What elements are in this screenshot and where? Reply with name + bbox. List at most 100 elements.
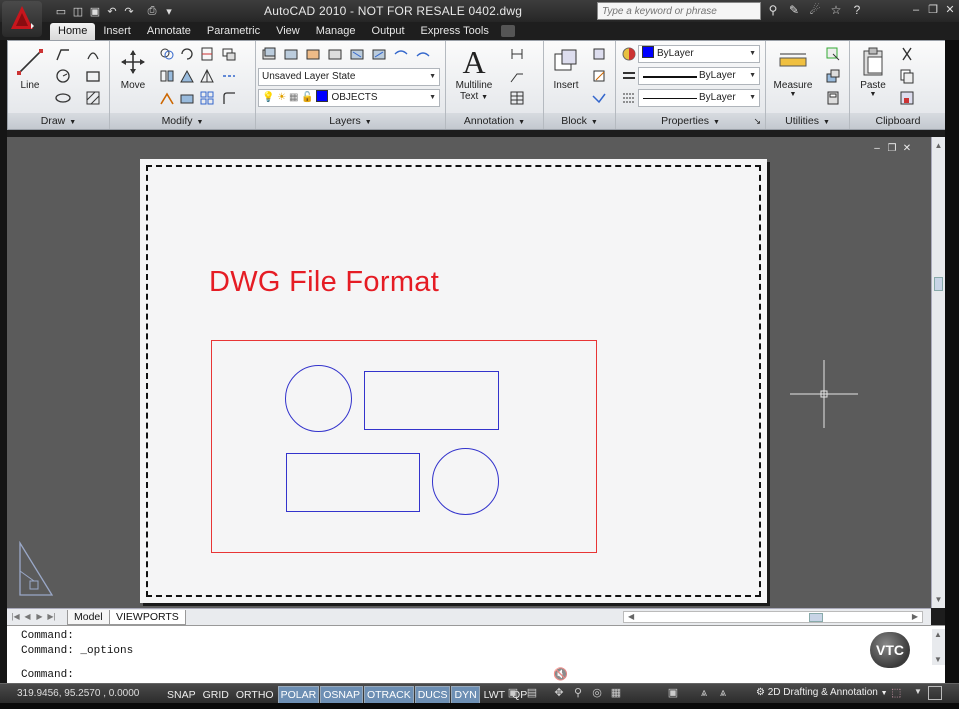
measure-button[interactable]: Measure ▼ — [768, 44, 818, 98]
video-rewind-icon[interactable]: ◀◀ — [425, 667, 443, 681]
panel-clipboard-title[interactable]: Clipboard — [850, 113, 946, 129]
annotation-scale-icon[interactable]: ⩓ — [696, 686, 712, 701]
application-menu-button[interactable] — [2, 1, 42, 37]
last-layout-icon[interactable]: ▶| — [46, 611, 57, 623]
drawing-minimize-icon[interactable]: – — [871, 143, 883, 155]
open-folder-icon[interactable]: ◫ — [71, 4, 85, 18]
circle-shape-bottom[interactable] — [432, 448, 499, 515]
create-block-icon[interactable] — [590, 45, 608, 63]
horizontal-scroll-thumb[interactable] — [809, 613, 823, 622]
toggle-lwt[interactable]: LWT — [481, 686, 508, 704]
paste-button[interactable]: Paste ▼ — [854, 44, 892, 98]
toggle-dyn[interactable]: DYN — [451, 686, 480, 704]
communication-icon[interactable]: ☄ — [807, 2, 823, 19]
rectangle-icon[interactable] — [84, 67, 102, 85]
multiline-text-button[interactable]: A Multiline Text ▼ — [448, 44, 500, 103]
zoom-icon[interactable]: ⚲ — [570, 686, 586, 701]
scroll-down-icon[interactable]: ▼ — [934, 655, 942, 664]
tab-manage[interactable]: Manage — [308, 23, 364, 40]
panel-annotation-title[interactable]: Annotation ▼ — [446, 113, 543, 129]
toggle-ortho[interactable]: ORTHO — [233, 686, 277, 704]
layer-walk-icon[interactable] — [392, 45, 410, 63]
video-forward-icon[interactable]: ▶▶ — [507, 667, 525, 681]
leader-icon[interactable] — [508, 67, 526, 85]
viewport-frame[interactable] — [211, 340, 597, 553]
erase-icon[interactable] — [220, 45, 238, 63]
layer-freeze-icon[interactable] — [348, 45, 366, 63]
layer-state-dropdown[interactable]: Unsaved Layer State ▼ — [258, 68, 440, 86]
video-repeat-icon[interactable]: ↻ — [343, 667, 353, 681]
panel-draw-title[interactable]: Draw ▼ — [8, 113, 109, 129]
tab-model[interactable]: Model — [67, 610, 110, 625]
rectangle-shape-top[interactable] — [364, 371, 499, 430]
circle-shape-top[interactable] — [285, 365, 352, 432]
help-icon[interactable]: ? — [849, 2, 865, 19]
table-icon[interactable] — [508, 89, 526, 107]
lineweight-icon[interactable] — [620, 89, 638, 107]
search-input[interactable] — [597, 2, 761, 20]
calculator-icon[interactable] — [824, 89, 842, 107]
hatch-icon[interactable] — [84, 89, 102, 107]
quick-select-icon[interactable] — [824, 45, 842, 63]
tab-express-tools[interactable]: Express Tools — [413, 23, 497, 40]
insert-block-button[interactable]: Insert — [546, 44, 586, 91]
tab-view[interactable]: View — [268, 23, 308, 40]
annotation-visibility-icon[interactable]: ⩓ — [715, 686, 731, 701]
lineweight-dropdown[interactable]: ByLayer ▼ — [638, 89, 760, 107]
panel-block-title[interactable]: Block ▼ — [544, 113, 615, 129]
toggle-polar[interactable]: POLAR — [277, 686, 320, 704]
maximize-viewport-icon[interactable]: ▣ — [665, 686, 681, 701]
redo-icon[interactable]: ↷ — [122, 4, 136, 18]
polyline-icon[interactable] — [54, 45, 72, 63]
scroll-right-icon[interactable]: ▶ — [912, 612, 918, 621]
layer-off-icon[interactable] — [370, 45, 388, 63]
restore-icon[interactable]: ❐ — [926, 3, 940, 17]
edit-attributes-icon[interactable] — [590, 89, 608, 107]
showmotion-icon[interactable]: ▦ — [608, 686, 624, 701]
qat-dropdown-icon[interactable]: ▾ — [162, 4, 176, 18]
scroll-thumb[interactable] — [934, 277, 943, 291]
command-scrollbar[interactable]: ▲ ▼ — [932, 629, 945, 665]
video-mute-icon[interactable]: 🔇 — [553, 667, 568, 681]
layer-dropdown[interactable]: 💡 ☀ ▦ 🔓 OBJECTS ▼ — [258, 89, 440, 107]
cut-icon[interactable] — [898, 45, 916, 63]
tab-annotate[interactable]: Annotate — [139, 23, 199, 40]
previous-layout-icon[interactable]: ◀ — [22, 611, 33, 623]
video-stop-icon[interactable]: ■ — [385, 667, 392, 681]
rotate-icon[interactable] — [178, 45, 196, 63]
offset-icon[interactable] — [178, 89, 196, 107]
dialog-launcher-icon[interactable]: ↘ — [753, 113, 761, 129]
new-file-icon[interactable]: ▭ — [54, 4, 68, 18]
scroll-left-icon[interactable]: ◀ — [628, 612, 634, 621]
array-icon[interactable] — [198, 89, 216, 107]
model-space-icon[interactable]: ▣ — [505, 686, 521, 701]
tab-viewports[interactable]: VIEWPORTS — [109, 610, 186, 625]
explode-icon[interactable] — [220, 67, 238, 85]
toggle-ducs[interactable]: DUCS — [414, 686, 451, 704]
next-layout-icon[interactable]: ▶ — [34, 611, 45, 623]
drawing-restore-icon[interactable]: ❐ — [886, 143, 898, 155]
match-properties-icon[interactable] — [620, 45, 638, 63]
workspace-switcher[interactable]: ⚙ 2D Drafting & Annotation ▼ — [756, 687, 888, 698]
scroll-up-icon[interactable]: ▲ — [934, 630, 942, 639]
first-layout-icon[interactable]: |◀ — [10, 611, 21, 623]
coordinates-display[interactable]: 319.9456, 95.2570 , 0.0000 — [17, 688, 139, 699]
tab-parametric[interactable]: Parametric — [199, 23, 268, 40]
scroll-down-icon[interactable]: ▼ — [934, 595, 943, 604]
select-similar-icon[interactable] — [824, 67, 842, 85]
save-icon[interactable]: ▣ — [88, 4, 102, 18]
circle-icon[interactable] — [54, 67, 72, 85]
toggle-snap[interactable]: SNAP — [164, 686, 199, 704]
tab-insert[interactable]: Insert — [95, 23, 139, 40]
vertical-scrollbar[interactable]: ▲ ▼ — [931, 137, 945, 608]
status-menu-icon[interactable]: ▼ — [914, 687, 922, 696]
line-button[interactable]: Line — [13, 44, 47, 91]
color-dropdown[interactable]: ByLayer ▼ — [638, 45, 760, 63]
layer-merge-icon[interactable] — [414, 45, 432, 63]
linetype-dropdown[interactable]: ByLayer ▼ — [638, 67, 760, 85]
scale-icon[interactable] — [198, 67, 216, 85]
copy-objects-icon[interactable] — [158, 45, 176, 63]
steeringwheel-icon[interactable]: ◎ — [589, 686, 605, 701]
close-icon[interactable]: ✕ — [943, 3, 957, 17]
layer-properties-icon[interactable] — [260, 45, 278, 63]
